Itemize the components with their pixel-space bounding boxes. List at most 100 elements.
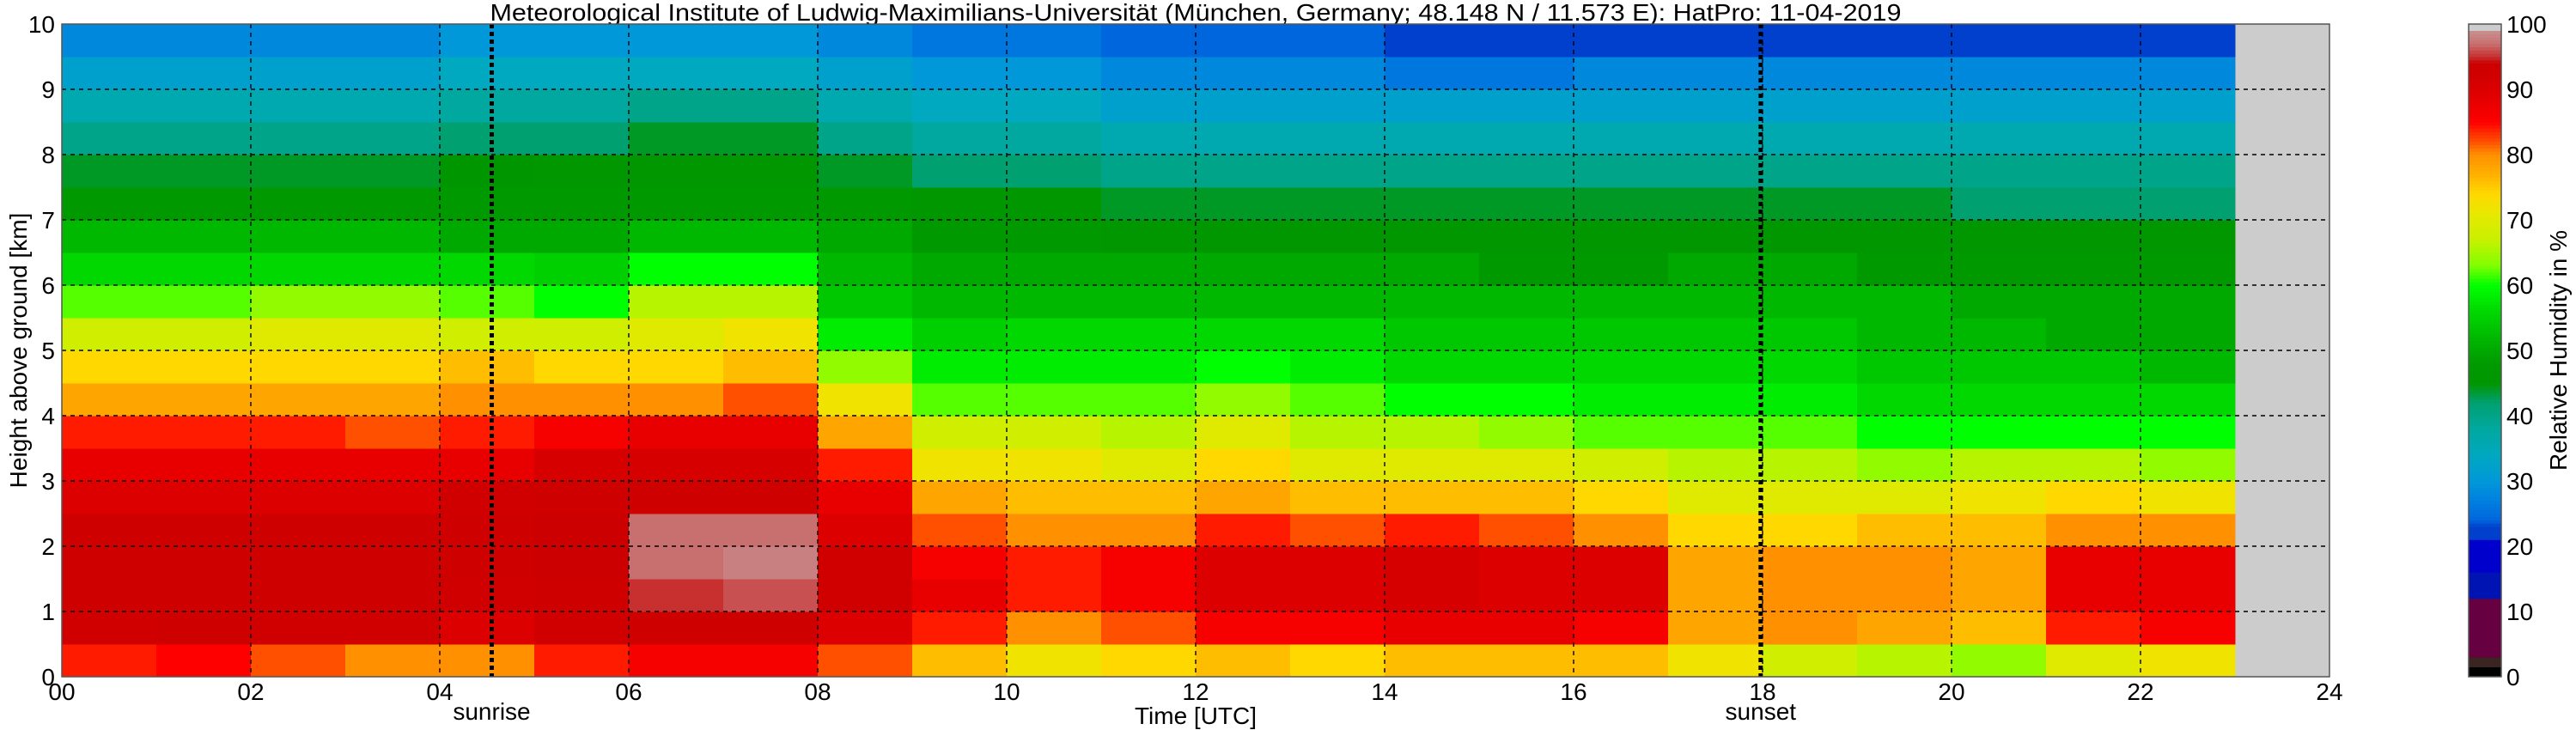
heatmap-cell	[1668, 383, 1763, 417]
colorbar-segment	[2469, 135, 2501, 139]
heatmap-cell	[534, 383, 630, 417]
heatmap-cell	[1479, 481, 1574, 514]
heatmap-cell	[345, 644, 441, 678]
heatmap-cell	[1196, 546, 1291, 580]
heatmap-cell	[440, 579, 535, 612]
heatmap-cell	[440, 416, 535, 449]
colorbar-segment	[2469, 187, 2501, 192]
heatmap-cell	[1952, 24, 2047, 58]
y-axis-ticks: 012345678910	[28, 11, 55, 690]
heatmap-cell	[2046, 611, 2141, 645]
heatmap-cell	[1857, 448, 1952, 482]
colorbar-tick-label: 40	[2506, 403, 2533, 429]
heatmap-cell	[1196, 285, 1291, 319]
heatmap-cell	[2046, 644, 2141, 678]
heatmap-cell	[1007, 579, 1102, 612]
heatmap-cell	[1574, 187, 1669, 221]
colorbar-segment	[2469, 487, 2501, 491]
heatmap-cell	[723, 481, 819, 514]
heatmap-cell	[440, 318, 535, 351]
colorbar-segment	[2469, 180, 2501, 185]
colorbar-segment	[2469, 392, 2501, 397]
colorbar-segment	[2469, 660, 2501, 665]
colorbar-segment	[2469, 79, 2501, 83]
colorbar-segment	[2469, 514, 2501, 518]
heatmap-cell	[534, 155, 630, 188]
heatmap-cell	[1952, 155, 2047, 188]
heatmap-cell	[156, 252, 252, 286]
chart-title: Meteorological Institute of Ludwig-Maxim…	[490, 0, 1902, 26]
colorbar-segment	[2469, 301, 2501, 306]
heatmap-cell	[1290, 579, 1385, 612]
colorbar-tick-label: 30	[2506, 468, 2533, 495]
colorbar-segment	[2469, 102, 2501, 106]
heatmap-cell	[912, 155, 1008, 188]
x-tick-label: 02	[237, 678, 264, 705]
heatmap-cell	[1952, 252, 2047, 286]
heatmap-cell	[62, 318, 157, 351]
heatmap-cell	[2046, 57, 2141, 90]
heatmap-cell	[2141, 481, 2236, 514]
colorbar-segment	[2469, 510, 2501, 514]
heatmap-cell	[156, 89, 252, 123]
heatmap-cell	[818, 546, 913, 580]
colorbar-segment	[2469, 471, 2501, 475]
x-tick-label: 04	[426, 678, 453, 705]
heatmap-cell	[723, 514, 819, 547]
heatmap-cell	[1101, 514, 1197, 547]
colorbar-segment	[2469, 416, 2501, 420]
heatmap-cell	[1290, 546, 1385, 580]
heatmap-cell	[440, 546, 535, 580]
heatmap-cell	[1007, 383, 1102, 417]
heatmap-cell	[1952, 546, 2047, 580]
heatmap-cell	[1574, 122, 1669, 155]
colorbar-segment	[2469, 206, 2501, 210]
colorbar-segment	[2469, 222, 2501, 227]
heatmap-cell	[1385, 155, 1480, 188]
heatmap-cell	[1668, 89, 1763, 123]
heatmap-cell	[1101, 383, 1197, 417]
heatmap-cell	[156, 318, 252, 351]
heatmap-cell	[1763, 514, 1858, 547]
heatmap-cell	[2141, 187, 2236, 221]
colorbar-segment	[2469, 164, 2501, 168]
heatmap-cell	[2141, 579, 2236, 612]
heatmap-cell	[1668, 24, 1763, 58]
colorbar-segment	[2469, 409, 2501, 413]
heatmap-cell	[1479, 416, 1574, 449]
colorbar-segment	[2469, 141, 2501, 145]
heatmap-cell	[1668, 514, 1763, 547]
heatmap-cell	[1952, 448, 2047, 482]
colorbar-segment	[2469, 89, 2501, 94]
heatmap-cell	[1857, 89, 1952, 123]
heatmap-cell	[818, 187, 913, 221]
colorbar-segment	[2469, 614, 2501, 618]
heatmap-cell	[818, 252, 913, 286]
heatmap-cell	[156, 514, 252, 547]
heatmap-cell	[1290, 252, 1385, 286]
colorbar-segment	[2469, 422, 2501, 426]
heatmap-cell	[629, 57, 724, 90]
colorbar-segment	[2469, 484, 2501, 488]
heatmap-cell	[1857, 546, 1952, 580]
heatmap-cell	[1007, 220, 1102, 253]
heatmap-cell	[1479, 187, 1574, 221]
heatmap-cell	[1763, 24, 1858, 58]
heatmap-cell	[912, 187, 1008, 221]
heatmap-cell	[1668, 481, 1763, 514]
heatmap-cell	[1668, 579, 1763, 612]
heatmap-cell	[2046, 252, 2141, 286]
colorbar-tick-label: 10	[2506, 599, 2533, 625]
colorbar-segment	[2469, 461, 2501, 465]
x-tick-label: 24	[2316, 678, 2342, 705]
colorbar-segment	[2469, 588, 2501, 593]
heatmap-cell	[1574, 481, 1669, 514]
heatmap-cell	[1574, 383, 1669, 417]
colorbar-segment	[2469, 115, 2501, 119]
colorbar-segment	[2469, 285, 2501, 289]
colorbar-segment	[2469, 331, 2501, 335]
heatmap-cell	[1101, 252, 1197, 286]
heatmap-cell	[818, 220, 913, 253]
heatmap-cell	[251, 285, 346, 319]
colorbar-segment	[2469, 334, 2501, 338]
